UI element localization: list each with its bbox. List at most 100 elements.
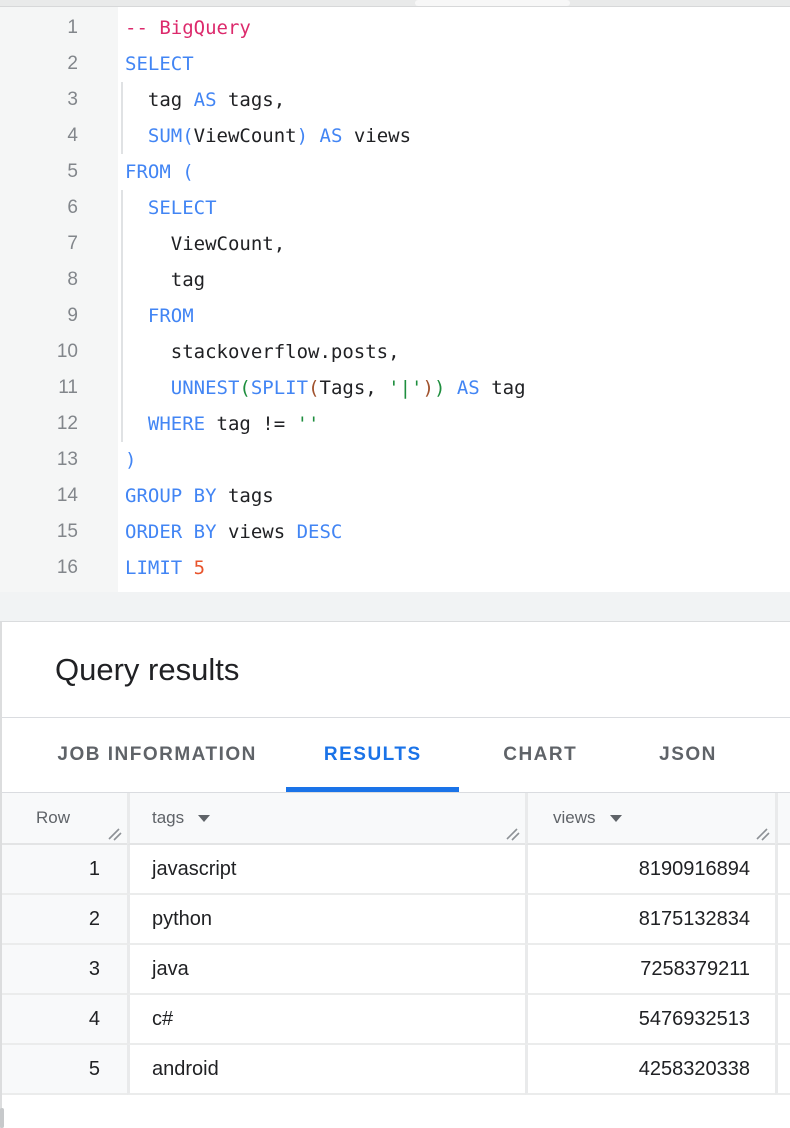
code-token: tags, — [217, 89, 286, 111]
code-token: ) — [434, 377, 445, 399]
row-overflow-cell — [775, 1045, 790, 1095]
row-number-cell: 1 — [0, 845, 127, 895]
code-token: LIMIT — [125, 557, 182, 579]
code-token: AS — [457, 377, 480, 399]
line-number: 3 — [0, 82, 78, 118]
editor-top-edge — [0, 0, 790, 7]
code-line: 8 tag — [0, 262, 790, 298]
tab-json[interactable]: JSON — [621, 718, 790, 792]
code-token: ViewCount, — [125, 233, 285, 255]
code-line: 7 ViewCount, — [0, 226, 790, 262]
line-number: 15 — [0, 514, 78, 550]
code-token: ( — [182, 125, 193, 147]
line-number: 4 — [0, 118, 78, 154]
views-cell: 4258320338 — [525, 1045, 775, 1095]
line-number: 9 — [0, 298, 78, 334]
views-cell: 8175132834 — [525, 895, 775, 945]
code-text: GROUP BY tags — [125, 478, 274, 514]
code-text: ViewCount, — [125, 226, 285, 262]
code-token: UNNEST — [171, 377, 240, 399]
code-token: SPLIT — [251, 377, 308, 399]
code-line: 12 WHERE tag != '' — [0, 406, 790, 442]
sql-editor[interactable]: 1 -- BigQuery 2 SELECT 3 tag AS tags, 4 … — [0, 7, 790, 592]
code-token: AS — [194, 89, 217, 111]
tab-label: JSON — [659, 744, 717, 766]
line-number: 14 — [0, 478, 78, 514]
column-resize-handle[interactable] — [106, 826, 122, 841]
column-header-tags[interactable]: tags — [127, 793, 525, 845]
code-line: 9 FROM — [0, 298, 790, 334]
code-token — [377, 377, 388, 399]
line-number: 7 — [0, 226, 78, 262]
top-scrollbar-thumb[interactable] — [415, 0, 570, 6]
line-number: 8 — [0, 262, 78, 298]
code-token — [125, 197, 148, 219]
column-resize-handle[interactable] — [504, 826, 520, 841]
code-token — [125, 305, 148, 327]
code-token — [125, 377, 171, 399]
line-number: 5 — [0, 154, 78, 190]
row-number-cell: 2 — [0, 895, 127, 945]
tab-label: RESULTS — [324, 744, 422, 766]
code-token: tag — [480, 377, 526, 399]
column-resize-handle[interactable] — [754, 826, 770, 841]
line-number: 1 — [0, 10, 78, 46]
code-token: tags — [217, 485, 274, 507]
code-token: SUM — [148, 125, 182, 147]
code-token: SELECT — [125, 53, 194, 75]
line-number: 12 — [0, 406, 78, 442]
tab-job-information[interactable]: JOB INFORMATION — [28, 718, 286, 792]
tab-results[interactable]: RESULTS — [286, 718, 459, 792]
code-token — [171, 161, 182, 183]
column-header-row[interactable]: Row — [0, 793, 127, 845]
views-cell: 5476932513 — [525, 995, 775, 1045]
code-line: 6 SELECT — [0, 190, 790, 226]
tags-cell: c# — [127, 995, 525, 1045]
code-text: stackoverflow.posts, — [125, 334, 400, 370]
results-tabbar: JOB INFORMATION RESULTS CHART JSON — [0, 718, 790, 793]
code-token: SELECT — [148, 197, 217, 219]
code-text: WHERE tag != '' — [125, 406, 320, 442]
pane-splitter[interactable] — [0, 592, 790, 622]
code-text: SUM(ViewCount) AS views — [125, 118, 411, 154]
results-table: Row tags views 1 javascript 8190916894 2… — [0, 793, 790, 1095]
tab-label: JOB INFORMATION — [57, 744, 256, 766]
code-text: FROM — [125, 298, 194, 334]
code-text: ) — [125, 442, 136, 478]
code-token: views — [217, 521, 297, 543]
code-token: ) — [125, 449, 136, 471]
views-cell: 8190916894 — [525, 845, 775, 895]
tags-cell: javascript — [127, 845, 525, 895]
code-token: FROM — [125, 161, 171, 183]
code-token: FROM — [148, 305, 194, 327]
line-number: 2 — [0, 46, 78, 82]
line-number: 16 — [0, 550, 78, 586]
code-line: 2 SELECT — [0, 46, 790, 82]
code-token: views — [342, 125, 411, 147]
row-number-cell: 4 — [0, 995, 127, 1045]
code-token: ViewCount — [194, 125, 297, 147]
code-token: tag != — [205, 413, 297, 435]
code-text: ORDER BY views DESC — [125, 514, 342, 550]
column-header-views[interactable]: views — [525, 793, 775, 845]
tab-chart[interactable]: CHART — [459, 718, 621, 792]
code-token: Tags, — [320, 377, 377, 399]
code-text: tag AS tags, — [125, 82, 285, 118]
code-text: FROM ( — [125, 154, 194, 190]
code-token: tag — [125, 269, 205, 291]
column-menu-arrow-icon[interactable] — [198, 815, 210, 822]
code-token: DESC — [297, 521, 343, 543]
column-header-overflow — [775, 793, 790, 845]
code-token: tag — [125, 89, 194, 111]
code-text: SELECT — [125, 46, 194, 82]
code-token — [182, 557, 193, 579]
column-menu-arrow-icon[interactable] — [610, 815, 622, 822]
row-overflow-cell — [775, 895, 790, 945]
code-line: 3 tag AS tags, — [0, 82, 790, 118]
code-token — [125, 413, 148, 435]
line-number: 6 — [0, 190, 78, 226]
vertical-scrollbar-thumb[interactable] — [0, 1108, 4, 1128]
active-tab-indicator — [286, 787, 459, 792]
query-results-header: Query results — [0, 622, 790, 718]
code-line: 14 GROUP BY tags — [0, 478, 790, 514]
